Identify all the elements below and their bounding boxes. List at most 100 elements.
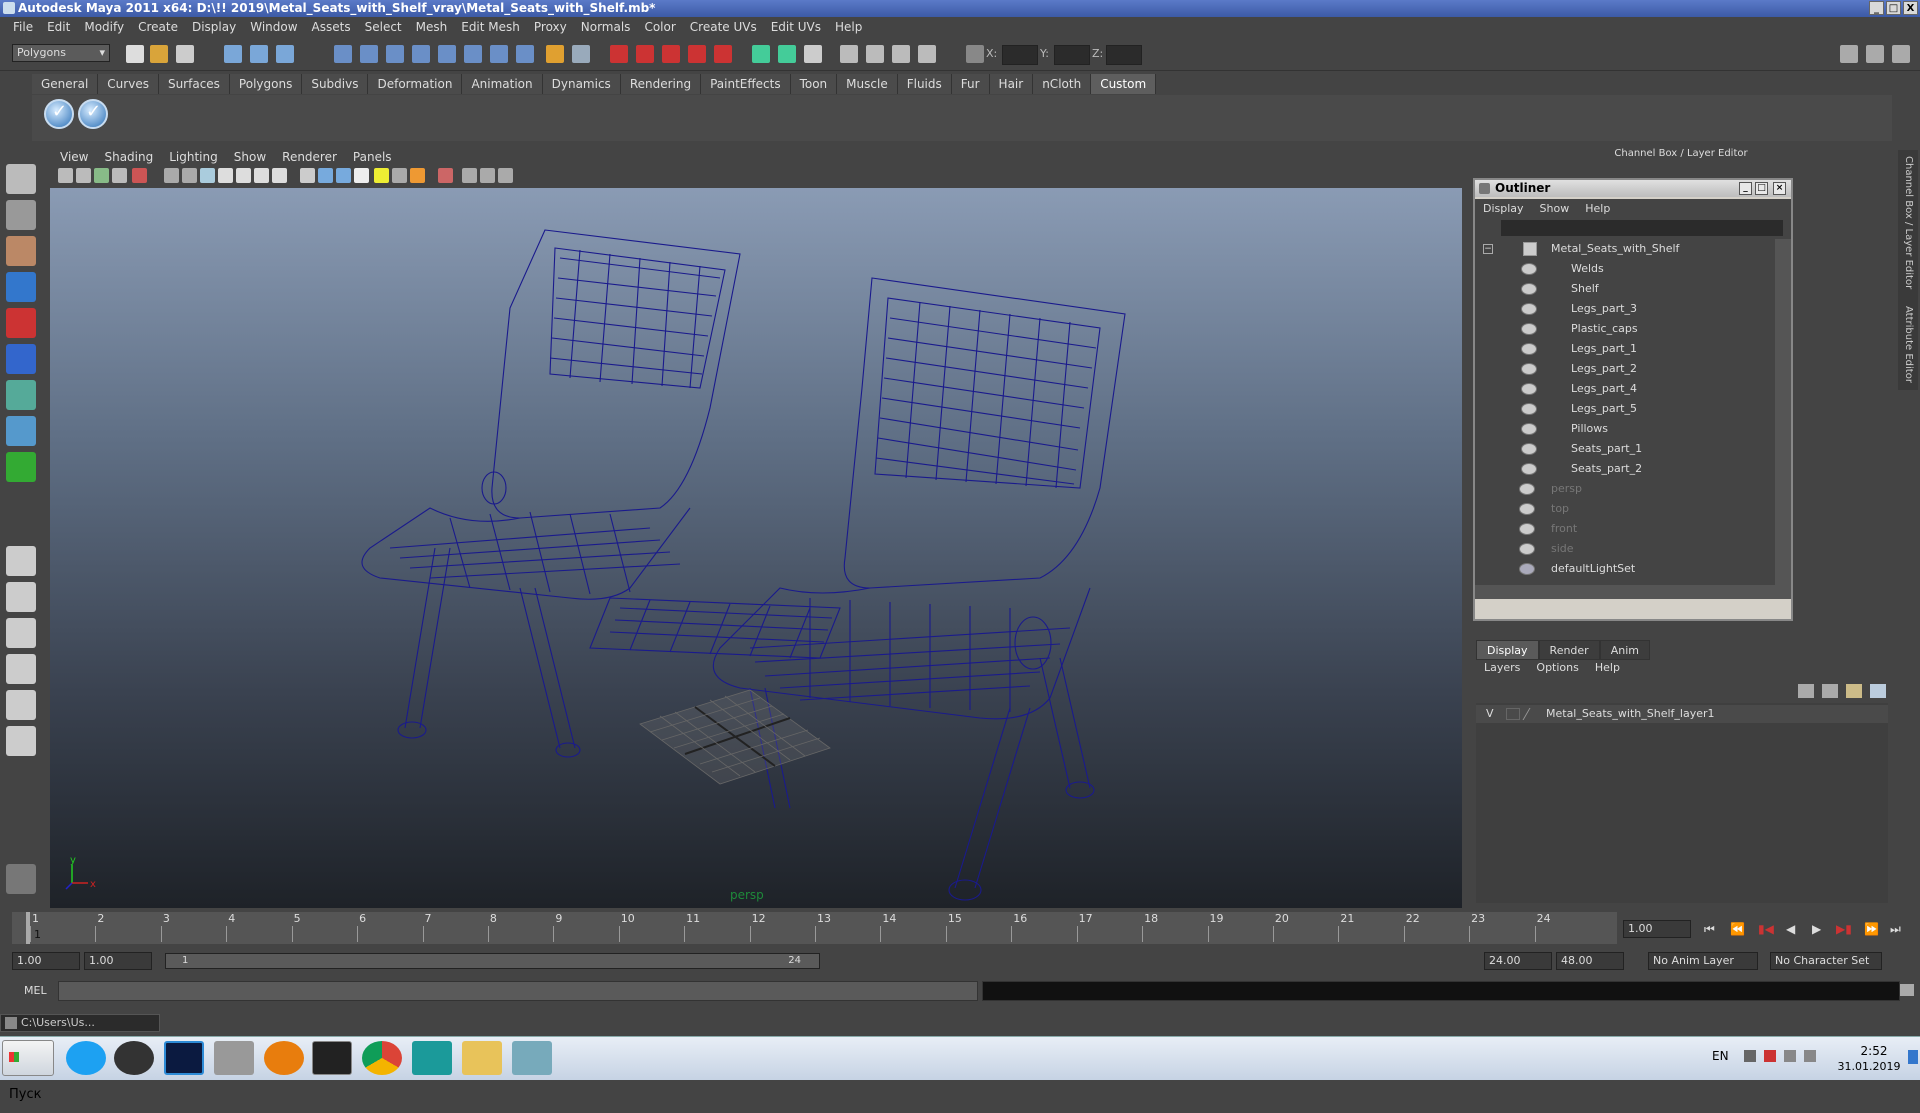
shelf-tab-hair[interactable]: Hair [989,74,1034,94]
outliner-minimize-button[interactable]: _ [1739,182,1752,195]
select-hierarchy-icon[interactable] [224,45,242,63]
layout-icon[interactable] [1840,45,1858,63]
gate-mask-icon[interactable] [218,168,233,183]
shelf-tab-general[interactable]: General [32,74,99,94]
step-forward-frame-icon[interactable]: ▶▮ [1836,922,1852,936]
menu-create-uvs[interactable]: Create UVs [683,20,764,34]
hypershade-icon[interactable] [688,45,706,63]
shelf-tab-toon[interactable]: Toon [790,74,838,94]
layer-row[interactable]: V Metal_Seats_with_Shelf_layer1 [1476,705,1888,723]
rotate-tool-icon[interactable] [6,308,36,338]
start-button[interactable]: Пуск [2,1040,54,1102]
menu-mesh[interactable]: Mesh [409,20,455,34]
playback-end-field[interactable]: 24.00 [1484,952,1552,970]
channel-box-toggle-icon[interactable] [1866,45,1884,63]
render-view-icon[interactable] [714,45,732,63]
scale-tool-icon[interactable] [6,344,36,374]
field-chart-icon[interactable] [236,168,251,183]
playback-start-field[interactable]: 1.00 [84,952,152,970]
outliner-item[interactable]: Legs_part_3 [1475,299,1775,319]
select-object-icon[interactable] [250,45,268,63]
shelf-tab-deformation[interactable]: Deformation [368,74,463,94]
outliner-item-camera[interactable]: top [1475,499,1775,519]
vp-menu-shading[interactable]: Shading [96,149,161,165]
menu-modify[interactable]: Modify [77,20,131,34]
grid-toggle-icon[interactable] [164,168,179,183]
minimized-cmd-window[interactable]: C:\Users\Us... [0,1014,160,1032]
outliner-item-camera[interactable]: front [1475,519,1775,539]
layer-visibility-toggle[interactable]: V [1486,705,1494,723]
xray-joints-icon[interactable] [480,168,495,183]
outliner-item[interactable]: Shelf [1475,279,1775,299]
input-line-icon[interactable] [752,45,770,63]
outliner-item[interactable]: Plastic_caps [1475,319,1775,339]
outliner-layout-icon[interactable] [6,618,36,648]
chrome-icon[interactable] [362,1041,402,1075]
shelf-tab-curves[interactable]: Curves [98,74,159,94]
shelf-tab-custom[interactable]: Custom [1091,74,1157,94]
time-slider[interactable]: 1 2 3 4 5 6 7 8 9 10 11 12 13 14 15 16 17 18 19 20 21 22 23 24 [12,912,1617,944]
go-to-end-icon[interactable]: ⏭ [1890,922,1901,937]
layer-move-down-icon[interactable] [1822,684,1838,698]
wireframe-on-shaded-icon[interactable] [336,168,351,183]
collapse-toggle-icon[interactable]: − [1483,244,1493,254]
single-pane-layout-icon[interactable] [6,546,36,576]
tool-settings-icon[interactable] [918,45,936,63]
rename-icon[interactable] [778,45,796,63]
snap-plane-icon[interactable] [412,45,430,63]
vp-menu-lighting[interactable]: Lighting [161,149,226,165]
outliner-item-camera[interactable]: persp [1475,479,1775,499]
vp-menu-renderer[interactable]: Renderer [274,149,345,165]
safe-title-icon[interactable] [272,168,287,183]
shelf-tab-polygons[interactable]: Polygons [229,74,303,94]
layer-tab-display[interactable]: Display [1476,640,1539,660]
menu-window[interactable]: Window [243,20,304,34]
outliner-close-button[interactable]: × [1773,182,1786,195]
shelf-tab-painteffects[interactable]: PaintEffects [701,74,791,94]
maximize-button[interactable]: □ [1886,1,1901,15]
monitor-icon[interactable] [1784,1050,1796,1062]
batch-render-icon[interactable] [866,45,884,63]
outliner-menu-show[interactable]: Show [1532,202,1578,215]
paint-select-icon[interactable] [6,236,36,266]
default-lights-icon[interactable] [374,168,389,183]
construction-history-icon[interactable] [490,45,508,63]
two-d-pan-icon[interactable] [132,168,147,183]
textured-icon[interactable] [354,168,369,183]
side-tab-channel-box[interactable]: Channel Box / Layer Editor [1903,156,1914,289]
animation-end-field[interactable]: 48.00 [1556,952,1624,970]
shelf-tab-rendering[interactable]: Rendering [620,74,702,94]
animation-start-field[interactable]: 1.00 [12,952,80,970]
outliner-item[interactable]: Legs_part_1 [1475,339,1775,359]
render-region-icon[interactable] [892,45,910,63]
play-forwards-icon[interactable]: ▶ [1812,922,1821,936]
wireframe-icon[interactable] [300,168,315,183]
script-editor-icon[interactable] [1900,984,1914,996]
new-layer-selected-icon[interactable] [1870,684,1886,698]
menu-create[interactable]: Create [131,20,185,34]
image-plane-icon[interactable] [112,168,127,183]
menu-assets[interactable]: Assets [305,20,358,34]
shelf-tab-subdivs[interactable]: Subdivs [302,74,369,94]
menu-normals[interactable]: Normals [574,20,638,34]
graph-editor-layout-icon[interactable] [6,654,36,684]
outliner-item-camera[interactable]: side [1475,539,1775,559]
blender-icon[interactable] [264,1041,304,1075]
outliner-item-set[interactable]: defaultLightSet [1475,559,1775,579]
safe-action-icon[interactable] [254,168,269,183]
character-set-dropdown[interactable]: No Character Set [1770,952,1882,970]
photoshop-icon[interactable] [164,1041,204,1075]
outliner-item[interactable]: Pillows [1475,419,1775,439]
menu-select[interactable]: Select [358,20,409,34]
shelf-tab-fur[interactable]: Fur [951,74,990,94]
anim-layer-dropdown[interactable]: No Anim Layer [1648,952,1758,970]
mel-label[interactable]: MEL [24,984,47,997]
attribute-editor-toggle-icon[interactable] [1892,45,1910,63]
y-field[interactable] [1054,45,1090,65]
isolate-select-icon[interactable] [438,168,453,183]
shelf-tab-muscle[interactable]: Muscle [837,74,898,94]
render-settings-icon[interactable] [662,45,680,63]
perspective-viewport[interactable] [50,188,1462,908]
snap-point-icon[interactable] [386,45,404,63]
file-explorer-icon[interactable] [462,1041,502,1075]
